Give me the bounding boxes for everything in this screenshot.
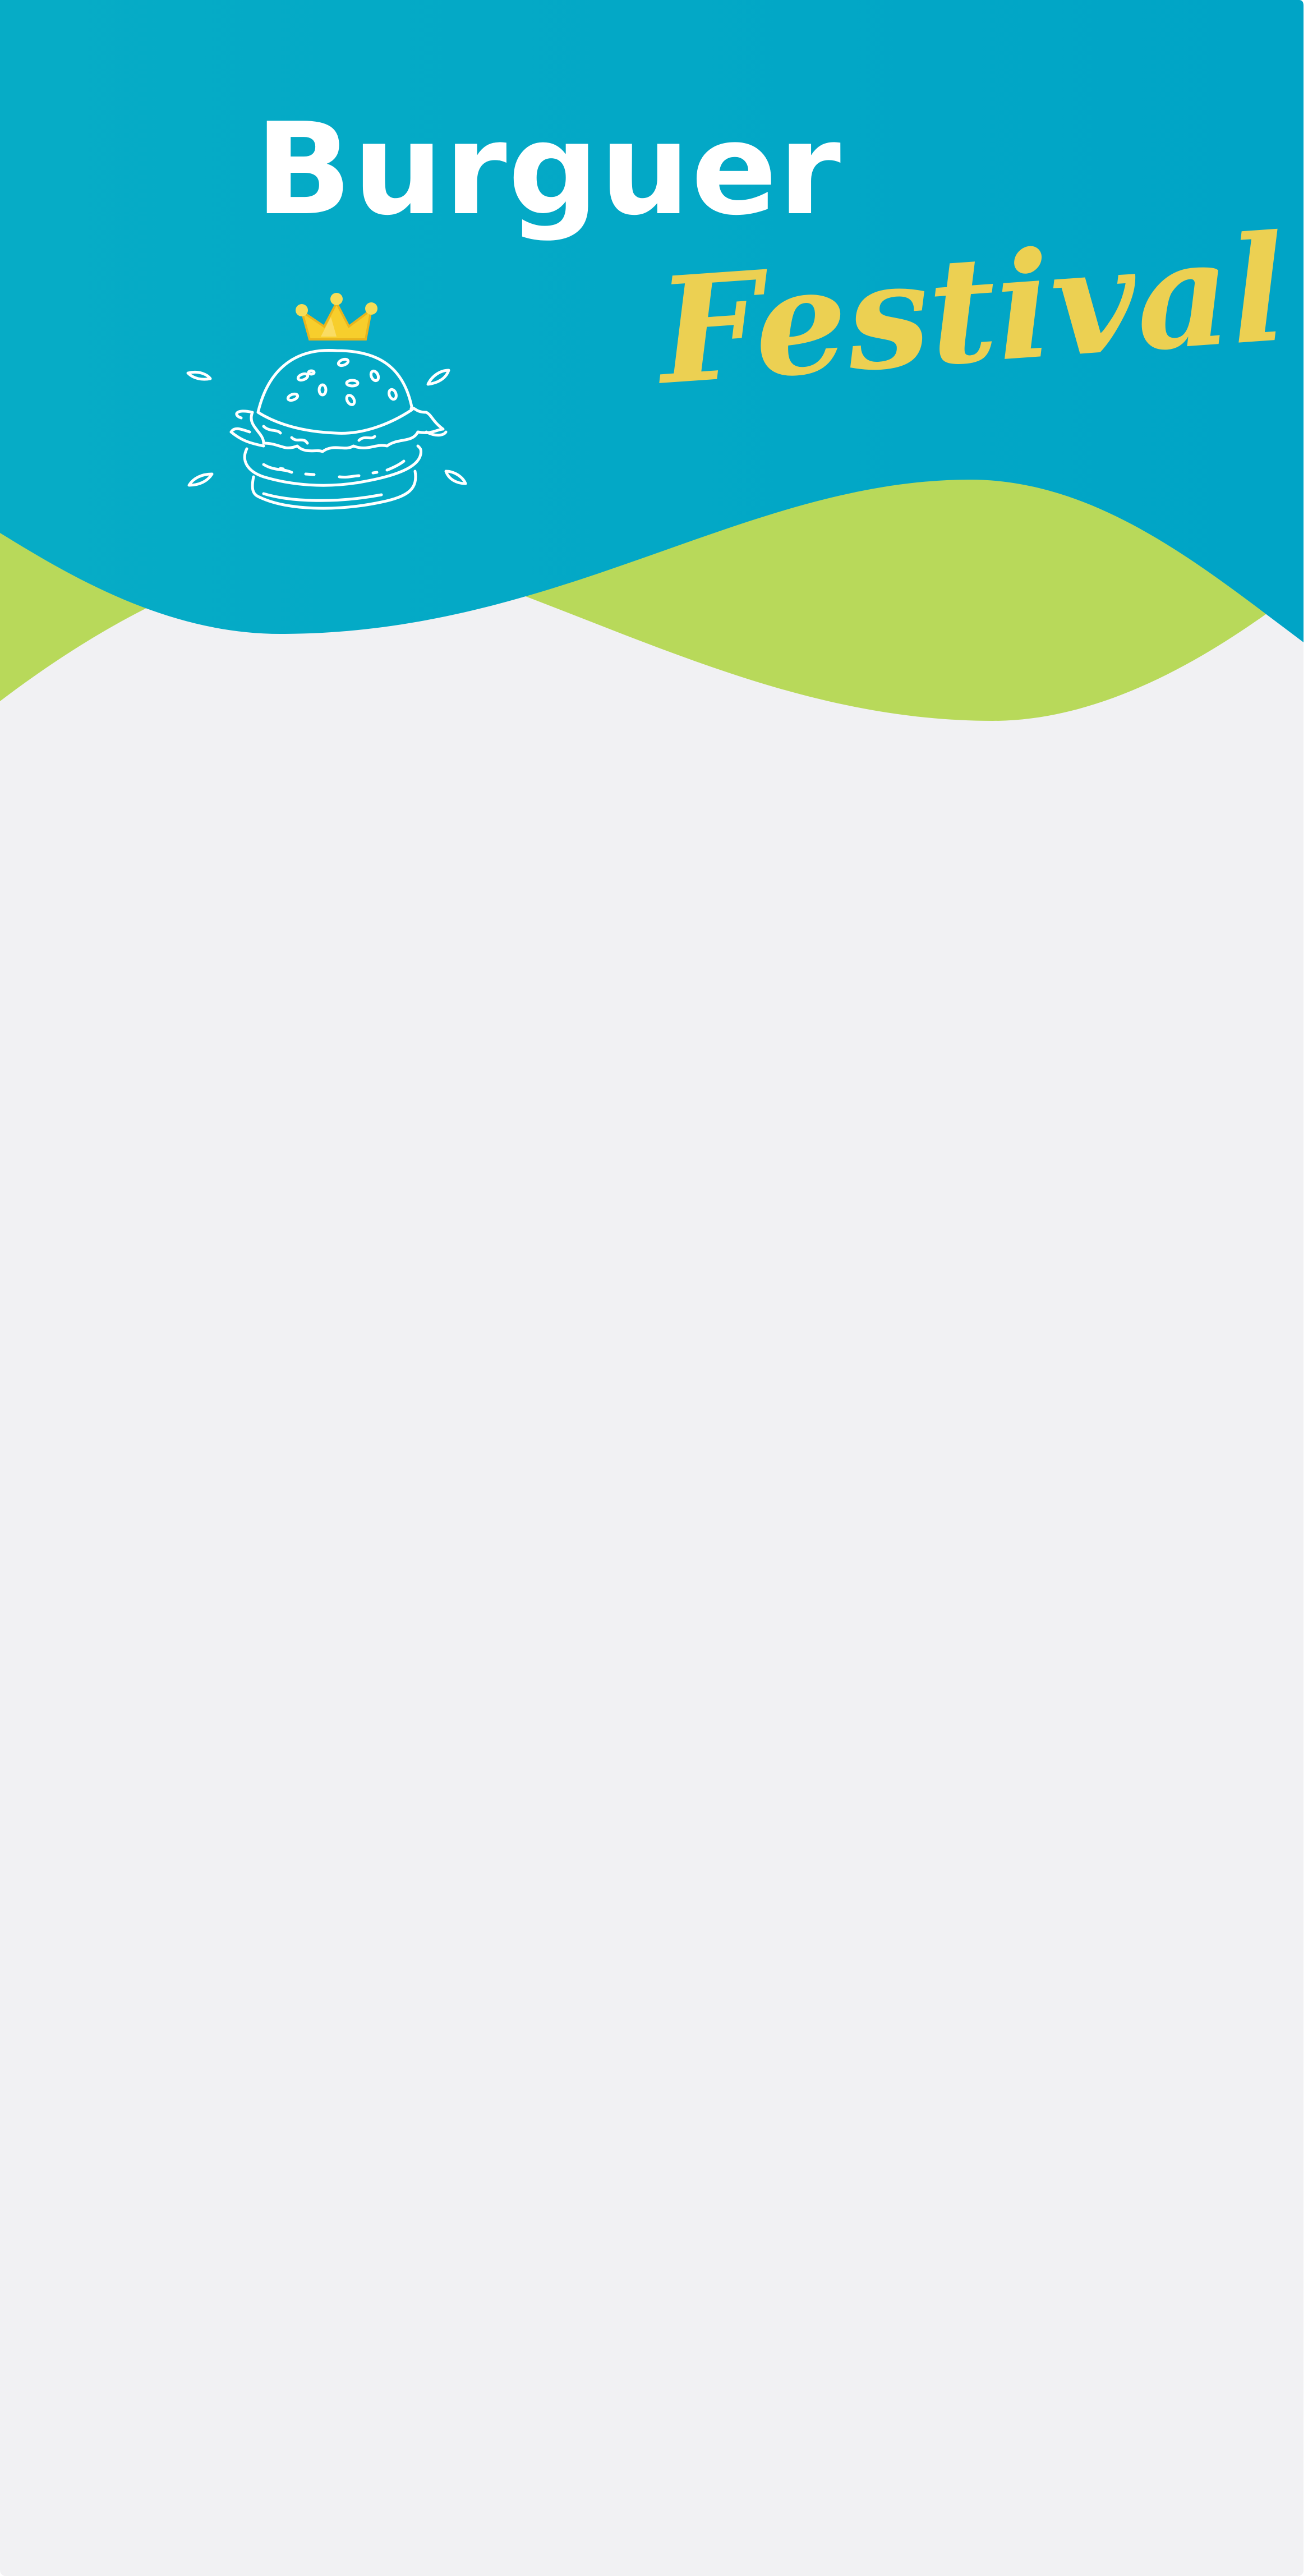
poster: Burguer Festival (0, 0, 1308, 2576)
title-burguer: Burguer (255, 96, 842, 243)
poster-canvas: Burguer Festival (0, 0, 1304, 2576)
